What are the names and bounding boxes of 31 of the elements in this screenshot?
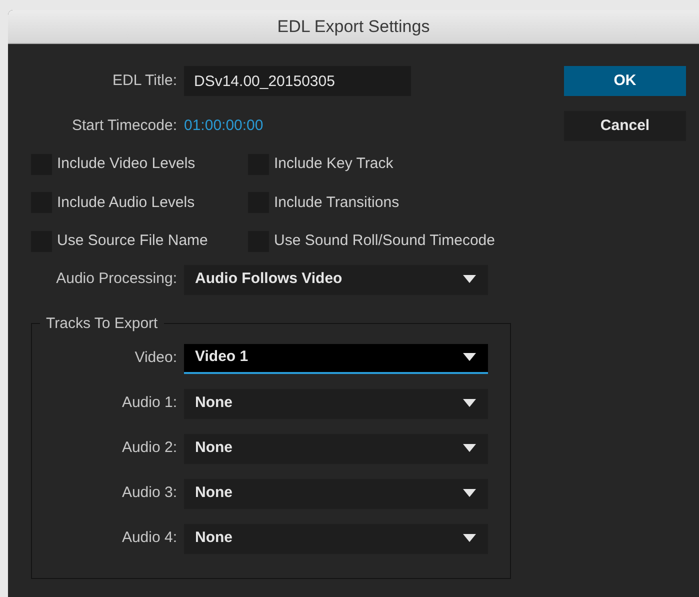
caret-icon bbox=[463, 275, 476, 284]
dropdown[interactable]: None bbox=[184, 434, 488, 464]
track-label: Video: bbox=[134, 348, 177, 368]
edl-title-field[interactable]: DSv14.00_20150305 bbox=[184, 66, 411, 96]
dropdown[interactable]: None bbox=[184, 478, 488, 508]
field-label: Audio Processing: bbox=[55, 269, 177, 290]
checkbox-label: Include Audio Levels bbox=[57, 192, 195, 212]
track-label: Audio 3: bbox=[120, 483, 177, 504]
field-label: EDL Title: bbox=[112, 70, 177, 91]
dropdown[interactable]: None bbox=[184, 524, 488, 554]
checkbox-label: Include Transitions bbox=[274, 192, 400, 212]
dropdown[interactable]: Audio Follows Video bbox=[184, 264, 488, 294]
caret-icon bbox=[463, 444, 476, 453]
caret-icon bbox=[463, 489, 476, 498]
ok-button[interactable]: OK bbox=[564, 66, 686, 96]
track-label: Audio 1: bbox=[120, 393, 177, 414]
cancel-button[interactable]: Cancel bbox=[564, 111, 686, 141]
dropdown[interactable]: None bbox=[184, 388, 488, 418]
window-title: EDL Export Settings bbox=[277, 16, 430, 38]
caret-icon bbox=[463, 399, 476, 408]
caret-icon bbox=[463, 353, 476, 362]
checkbox-label: Use Sound Roll/Sound Timecode bbox=[274, 231, 495, 251]
caret-icon bbox=[463, 534, 476, 543]
dropdown[interactable]: Video 1 bbox=[184, 344, 488, 374]
track-label: Audio 4: bbox=[120, 528, 177, 548]
track-label: Audio 2: bbox=[120, 438, 177, 458]
timecode-value[interactable]: 01:00:00:00 bbox=[184, 114, 264, 138]
field-label: Start Timecode: bbox=[70, 116, 177, 136]
checkbox-label: Use Source File Name bbox=[57, 231, 208, 251]
checkbox-label: Include Video Levels bbox=[57, 154, 196, 174]
checkbox-label: Include Key Track bbox=[274, 154, 394, 174]
